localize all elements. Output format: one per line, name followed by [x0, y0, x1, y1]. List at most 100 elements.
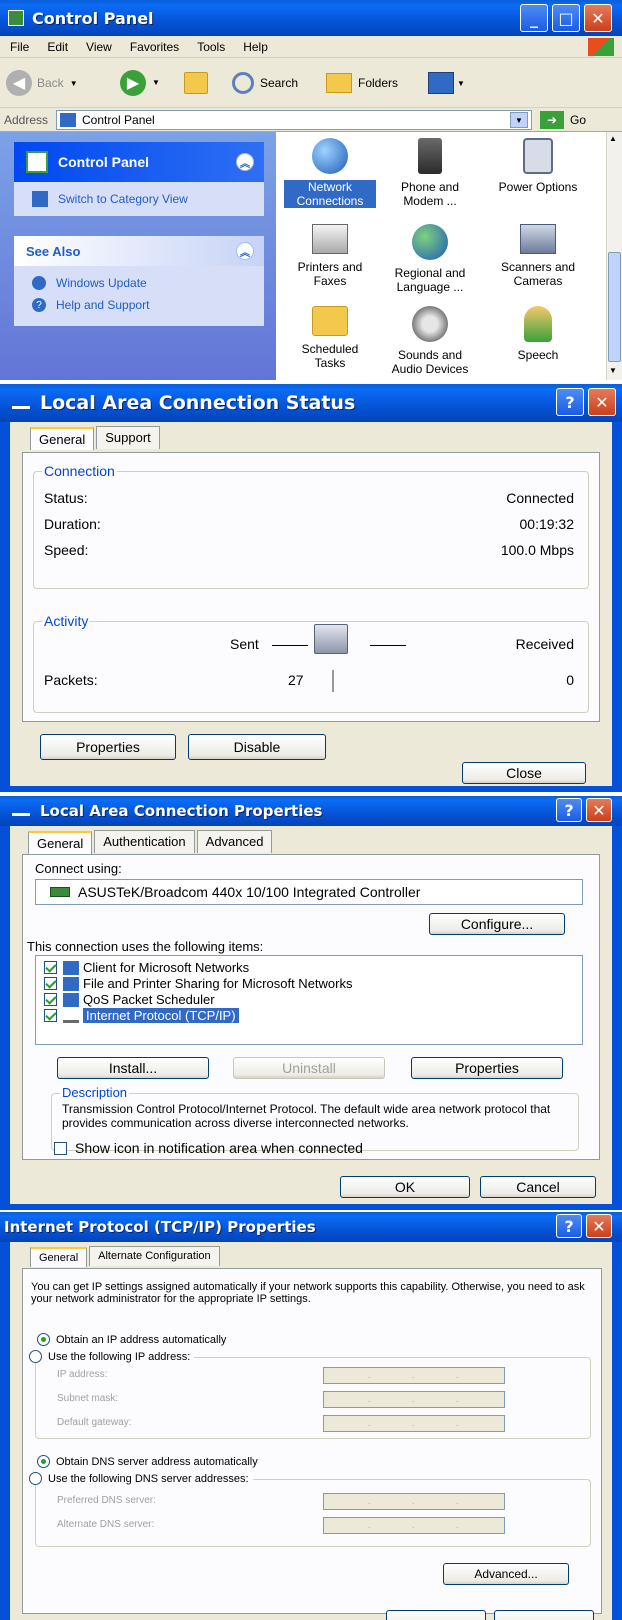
control-panel-title-icon — [8, 10, 24, 26]
list-item[interactable]: QoS Packet Scheduler — [44, 992, 215, 1007]
tab-support[interactable]: Support — [96, 426, 160, 449]
ok-button[interactable]: OK — [340, 1176, 470, 1198]
show-icon-option[interactable]: Show icon in notification area when conn… — [54, 1140, 363, 1156]
help-icon: ? — [564, 1216, 574, 1236]
close-icon: ✕ — [592, 800, 606, 820]
views-button[interactable]: ▼ — [428, 70, 465, 96]
scheduled-tasks-folder-icon — [312, 306, 348, 336]
vertical-scrollbar[interactable]: ▲ ▼ — [606, 132, 622, 380]
collapse-chevron-icon[interactable]: ︽ — [236, 153, 254, 171]
tab-authentication[interactable]: Authentication — [94, 830, 195, 853]
back-dropdown-icon[interactable]: ▼ — [70, 79, 78, 88]
tcpip-window: Internet Protocol (TCP/IP) Properties ? … — [0, 1212, 622, 1620]
forward-dropdown-icon[interactable]: ▼ — [152, 78, 160, 87]
switch-view-link[interactable]: Switch to Category View — [14, 182, 264, 216]
radio-button[interactable] — [29, 1350, 42, 1363]
tab-general[interactable]: General — [30, 427, 95, 450]
network-computers-icon — [314, 624, 348, 654]
menu-tools[interactable]: Tools — [197, 40, 225, 54]
menu-help[interactable]: Help — [243, 40, 268, 54]
up-folder-icon[interactable] — [184, 72, 208, 94]
menu-file[interactable]: File — [10, 40, 29, 54]
obtain-ip-auto-option[interactable]: Obtain an IP address automatically — [37, 1333, 226, 1346]
speech-item[interactable]: Speech — [492, 306, 584, 362]
checkbox[interactable] — [54, 1141, 67, 1155]
install-button[interactable]: Install... — [57, 1057, 209, 1079]
address-dropdown-icon[interactable]: ▼ — [510, 112, 528, 128]
item-label: Audio Devices — [391, 362, 469, 376]
tab-general[interactable]: General — [28, 831, 93, 854]
task-panel-box: Control Panel ︽ Switch to Category View — [14, 142, 264, 216]
radio-button[interactable] — [37, 1333, 50, 1346]
list-item[interactable]: Internet Protocol (TCP/IP) — [44, 1008, 239, 1023]
obtain-dns-auto-option[interactable]: Obtain DNS server address automatically — [37, 1455, 258, 1468]
item-label: Internet Protocol (TCP/IP) — [83, 1008, 239, 1023]
windows-update-link[interactable]: Windows Update — [14, 272, 264, 294]
menu-edit[interactable]: Edit — [47, 40, 68, 54]
task-panel-header[interactable]: Control Panel ︽ — [14, 142, 264, 182]
search-button[interactable]: Search — [232, 68, 298, 98]
sounds-audio-item[interactable]: Sounds and Audio Devices — [384, 306, 476, 376]
item-label: Printers and — [297, 260, 363, 274]
menu-view[interactable]: View — [86, 40, 112, 54]
components-list[interactable]: Client for Microsoft Networks File and P… — [35, 955, 583, 1045]
power-options-item[interactable]: Power Options — [492, 138, 584, 194]
ok-button-partial[interactable] — [386, 1610, 486, 1620]
advanced-button[interactable]: Advanced... — [443, 1563, 569, 1585]
close-button[interactable]: ✕ — [586, 1214, 612, 1238]
maximize-button[interactable]: □ — [552, 4, 580, 32]
search-icon — [232, 72, 254, 94]
folders-button[interactable]: Folders — [326, 68, 398, 98]
go-label[interactable]: Go — [570, 113, 586, 127]
close-dialog-button[interactable]: Close — [462, 762, 586, 784]
list-item[interactable]: File and Printer Sharing for Microsoft N… — [44, 976, 352, 991]
address-input[interactable]: Control Panel — [56, 110, 532, 130]
close-button[interactable]: ✕ — [588, 388, 616, 416]
close-button[interactable]: ✕ — [586, 798, 612, 822]
minimize-button[interactable]: _ — [520, 4, 548, 32]
speed-value: 100.0 Mbps — [500, 542, 574, 558]
use-following-dns-option[interactable]: Use the following DNS server addresses: — [29, 1472, 253, 1485]
go-arrow-icon[interactable]: ➜ — [540, 111, 564, 129]
see-also-chevron-icon[interactable]: ︽ — [236, 242, 254, 260]
subnet-mask-label: Subnet mask: — [57, 1393, 119, 1404]
checkbox[interactable] — [44, 1009, 57, 1022]
control-panel-small-icon — [60, 113, 76, 127]
back-button[interactable]: ◀ Back ▼ — [6, 68, 78, 98]
tab-alternate-configuration[interactable]: Alternate Configuration — [89, 1246, 220, 1266]
scheduled-tasks-item[interactable]: Scheduled Tasks — [284, 306, 376, 370]
menu-favorites[interactable]: Favorites — [130, 40, 179, 54]
tab-advanced[interactable]: Advanced — [196, 830, 273, 853]
help-support-link[interactable]: ? Help and Support — [14, 294, 264, 316]
checkbox[interactable] — [44, 977, 57, 990]
help-button[interactable]: ? — [556, 388, 584, 416]
tab-general[interactable]: General — [30, 1247, 88, 1267]
checkbox[interactable] — [44, 961, 57, 974]
disable-button[interactable]: Disable — [188, 734, 326, 760]
scroll-down-icon[interactable]: ▼ — [609, 366, 617, 375]
windows-update-icon — [32, 276, 46, 290]
scanners-cameras-item[interactable]: Scanners and Cameras — [492, 224, 584, 288]
properties-button[interactable]: Properties — [411, 1057, 563, 1079]
scroll-thumb[interactable] — [608, 252, 621, 362]
configure-button[interactable]: Configure... — [429, 913, 565, 935]
radio-button[interactable] — [37, 1455, 50, 1468]
close-button[interactable]: ✕ — [584, 4, 612, 32]
network-connections-item[interactable]: Network Connections — [284, 138, 376, 208]
cancel-button-partial[interactable] — [494, 1610, 594, 1620]
item-label: Language ... — [396, 280, 464, 294]
scroll-up-icon[interactable]: ▲ — [609, 134, 617, 143]
phone-modem-item[interactable]: Phone and Modem ... — [384, 138, 476, 208]
use-following-ip-option[interactable]: Use the following IP address: — [29, 1350, 195, 1363]
list-item[interactable]: Client for Microsoft Networks — [44, 960, 249, 975]
regional-language-item[interactable]: Regional and Language ... — [384, 224, 476, 294]
cancel-button[interactable]: Cancel — [480, 1176, 596, 1198]
checkbox[interactable] — [44, 993, 57, 1006]
radio-button[interactable] — [29, 1472, 42, 1485]
help-button[interactable]: ? — [556, 1214, 582, 1238]
properties-button[interactable]: Properties — [40, 734, 176, 760]
forward-arrow-icon[interactable]: ▶ — [120, 70, 146, 96]
printers-faxes-item[interactable]: Printers and Faxes — [284, 224, 376, 288]
help-button[interactable]: ? — [556, 798, 582, 822]
see-also-header[interactable]: See Also ︽ — [14, 236, 264, 266]
